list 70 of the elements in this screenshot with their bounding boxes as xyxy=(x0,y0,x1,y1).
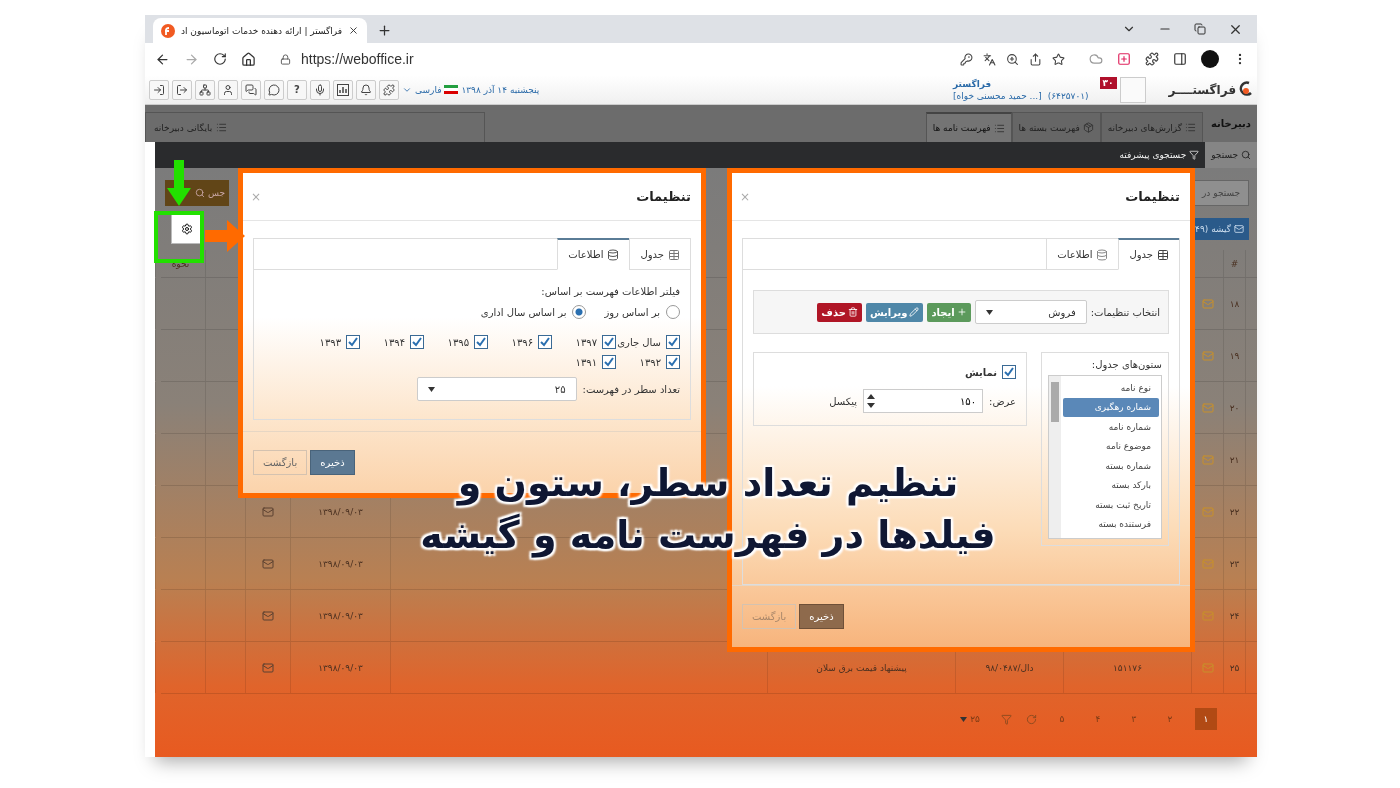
row-number: ۲۵ xyxy=(1229,662,1240,673)
table-cell: ۱۳۹۸/۰۹/۰۳ xyxy=(318,506,363,517)
year-checkbox[interactable]: ۱۳۹۶ xyxy=(488,335,552,349)
module-tab[interactable]: فهرست نامه ها xyxy=(925,112,1012,142)
unit-label: پیکسل xyxy=(829,395,858,407)
dialog-title: تنظیمات xyxy=(1125,189,1180,204)
preset-label: انتخاب تنظیمات: xyxy=(1090,306,1160,318)
filter-label: فیلتر اطلاعات فهرست بر اساس: xyxy=(540,286,680,297)
width-label: عرض: xyxy=(989,395,1016,407)
column-header: # xyxy=(1230,258,1239,269)
row-number: ۲۲ xyxy=(1229,506,1240,517)
help-button[interactable]: ? xyxy=(287,79,307,100)
dialog-tab[interactable]: جدول xyxy=(1118,238,1179,270)
show-checkbox[interactable]: نمایش xyxy=(764,365,1016,379)
edit-button[interactable]: ویرایش xyxy=(865,302,924,322)
module-title: دبیرخانه xyxy=(1211,118,1251,129)
column-item[interactable]: تاریخ ثبت بسته xyxy=(1063,495,1159,515)
row-number: ۲۴ xyxy=(1229,610,1240,621)
search-tab[interactable]: جستجوی پیشرفته xyxy=(1113,142,1206,168)
dialog-tab[interactable]: اطلاعات xyxy=(1046,238,1119,270)
browser-tab[interactable]: فراگستر | ارائه دهنده خدمات اتوماسیون اد xyxy=(153,18,368,43)
dialog-tab[interactable]: اطلاعات xyxy=(557,238,630,270)
column-item[interactable]: نوع نامه xyxy=(1063,378,1159,398)
column-item[interactable]: موضوع نامه xyxy=(1063,436,1159,456)
table-cell: ۱۳۹۸/۰۹/۰۳ xyxy=(318,558,363,569)
search-tab[interactable]: جستجو xyxy=(1205,142,1257,168)
back-button[interactable]: بازگشت xyxy=(253,450,308,475)
dialog-title: تنظیمات xyxy=(636,189,691,204)
column-item[interactable]: شماره رهگیری xyxy=(1063,397,1159,417)
tab-title: فراگستر | ارائه دهنده خدمات اتوماسیون اد xyxy=(181,25,343,36)
columns-label: ستون‌های جدول: xyxy=(1090,359,1162,370)
year-checkbox[interactable]: سال جاری xyxy=(616,335,680,349)
year-checkbox[interactable]: ۱۳۹۴ xyxy=(360,335,424,349)
preset-select[interactable]: فروش xyxy=(974,300,1087,324)
table-cell: ۱۳۹۸/۰۹/۰۳ xyxy=(318,662,363,673)
user-code: (۶۴۲۵۷۰۱) xyxy=(1047,90,1089,101)
year-checkbox[interactable]: ۱۳۹۳ xyxy=(296,335,360,349)
year-checkbox[interactable]: ۱۳۹۱ xyxy=(552,355,616,369)
delete-button[interactable]: حذف xyxy=(817,302,862,322)
page-button[interactable]: ۱ xyxy=(1195,708,1217,730)
row-number: ۱۸ xyxy=(1229,298,1240,309)
row-number: ۱۹ xyxy=(1229,350,1240,361)
table-cell: ۱۳۹۸/۰۹/۰۳ xyxy=(318,610,363,621)
column-header: نحوه xyxy=(171,258,190,269)
notification-badge[interactable]: ۳۰ xyxy=(1099,77,1117,89)
radio-option[interactable]: بر اساس روز xyxy=(604,305,680,319)
year-checkbox[interactable]: ۱۳۹۵ xyxy=(424,335,488,349)
user-name[interactable]: [حمید محسنی خواه ...] xyxy=(953,90,1042,101)
save-button[interactable]: ذخیره xyxy=(310,450,355,475)
table-cell: ۱۵۱۱۷۶ xyxy=(1113,662,1142,673)
date-text: پنجشنبه ۱۴ آذر ۱۳۹۸ xyxy=(461,84,540,95)
rows-label: تعداد سطر در فهرست: xyxy=(582,383,680,395)
save-button[interactable]: ذخیره xyxy=(799,604,844,629)
column-item[interactable]: فرستنده بسته xyxy=(1063,514,1159,534)
table-cell: دال/۹۸/۰۴۸۷ xyxy=(985,662,1034,673)
width-field[interactable]: ۱۵۰ xyxy=(863,389,984,413)
year-checkbox[interactable]: ۱۳۹۷ xyxy=(552,335,616,349)
radio-option[interactable]: بر اساس سال اداری xyxy=(480,305,587,319)
language-selector[interactable]: فارسی xyxy=(415,84,442,95)
year-checkbox[interactable]: ۱۳۹۲ xyxy=(616,355,680,369)
rows-select[interactable]: ۲۵ xyxy=(416,377,577,401)
column-item[interactable]: شماره نامه xyxy=(1063,417,1159,437)
company-name: فراگستر xyxy=(953,78,992,89)
row-number: ۲۱ xyxy=(1229,454,1240,465)
row-number: ۲۳ xyxy=(1229,558,1240,569)
table-cell: پیشنهاد قیمت برق سلان xyxy=(816,662,907,673)
row-number: ۲۰ xyxy=(1229,402,1240,413)
column-item[interactable]: شماره بسته xyxy=(1063,456,1159,476)
column-item[interactable]: بارکد بسته xyxy=(1063,475,1159,495)
brand-logo-text: فراگستــــر xyxy=(1168,82,1236,97)
